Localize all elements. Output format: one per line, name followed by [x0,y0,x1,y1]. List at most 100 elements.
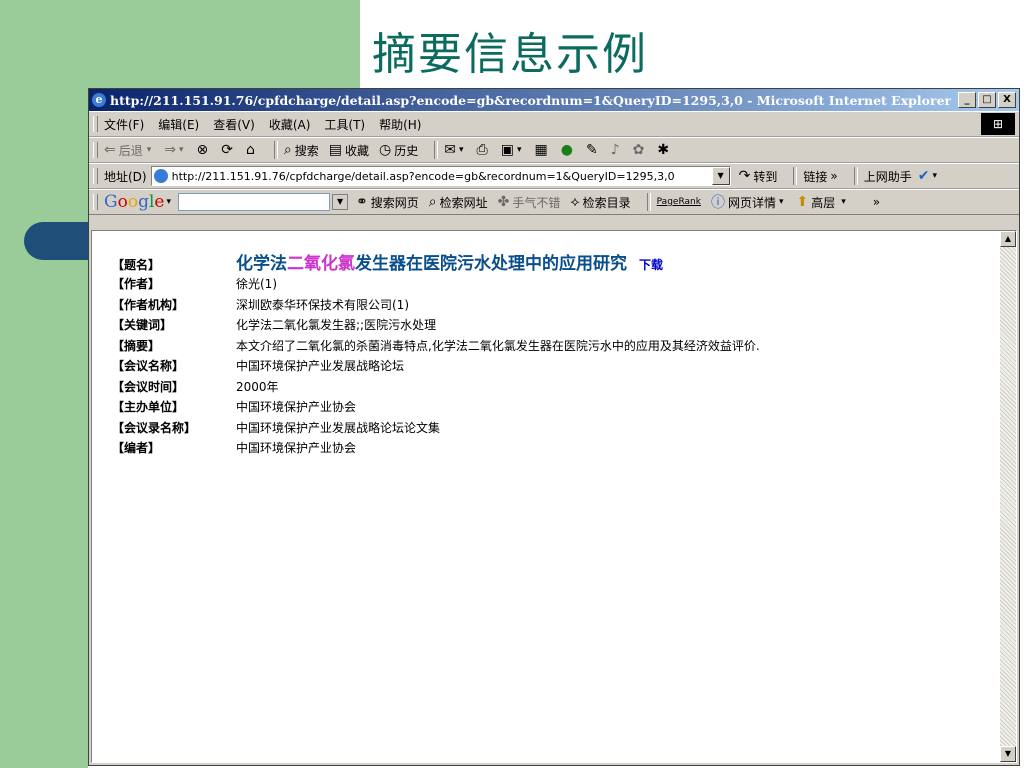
discuss-button[interactable]: ▦ [534,142,550,158]
toolbar-separator [434,141,439,159]
extra-icon: ✿ [632,142,645,158]
plugin-button[interactable]: ♪ [611,142,623,158]
tools-button[interactable]: ✱ [657,142,672,158]
refresh-button[interactable]: ⟳ [221,142,236,158]
ie-icon: e [92,93,106,107]
toolbar-separator [273,141,278,159]
address-input[interactable]: http://211.151.91.76/cpfdcharge/detail.a… [150,166,731,186]
field-value: 徐光(1) [236,277,277,291]
history-button[interactable]: ◷ 历史 [379,142,418,159]
up-button[interactable]: ⬆ 高层 ▾ [796,194,848,211]
info-icon: ⓘ [710,195,725,211]
menu-view[interactable]: 查看(V) [213,116,255,133]
more-tools-icon[interactable]: » [873,195,880,209]
forward-button[interactable]: ⇒ ▾ [164,142,186,158]
maximize-button[interactable]: □ [978,92,996,108]
directory-button[interactable]: ⟡ 检索目录 [570,194,630,211]
menu-edit[interactable]: 编辑(E) [158,116,199,133]
lucky-button[interactable]: ✤ 手气不错 [498,194,561,211]
extra-button[interactable]: ✿ [633,142,648,158]
field-value: 深圳欧泰华环保技术有限公司(1) [236,297,409,312]
minimize-button[interactable]: _ [958,92,976,108]
chevron-right-double-icon: » [830,169,838,183]
google-search-input[interactable] [178,193,331,211]
record-field-row: 【作者机构】 深圳欧泰华环保技术有限公司(1) [112,296,986,317]
search-site-button[interactable]: ⌕ 检索网址 [429,194,488,211]
helper-button[interactable]: 上网助手 ✔ ▾ [864,168,940,185]
print-icon: ⎙ [476,142,488,158]
window-titlebar[interactable]: e http://211.151.91.76/cpfdcharge/detail… [89,89,1019,111]
back-label: 后退 [118,143,143,158]
search-button[interactable]: ⌕ 搜索 [284,142,319,159]
back-arrow-icon: ⇐ [104,142,116,158]
vertical-scrollbar[interactable]: ▲ ▼ [1000,231,1016,762]
field-label: 【关键词】 [112,318,173,332]
record-title-row: 【题名】 化学法二氧化氯发生器在医院污水处理中的应用研究 下载 [112,249,986,275]
menu-tools[interactable]: 工具(T) [324,116,365,133]
check-circle-icon: ✔ [917,168,930,184]
edit-icon: ▣ [500,142,514,158]
chevron-down-icon: ▾ [516,145,522,155]
field-value: 中国环境保护产业协会 [236,400,357,414]
field-value: 化学法二氧化氯发生器;;医院污水处理 [236,318,437,332]
menu-help[interactable]: 帮助(H) [379,116,421,133]
messenger-button[interactable]: ● [561,142,576,158]
grip-icon [93,142,98,158]
chevron-down-icon[interactable]: ▾ [166,197,171,207]
field-label: 【主办单位】 [112,400,185,414]
windows-logo-icon: ⊞ [981,113,1015,135]
search-web-label: 搜索网页 [370,195,419,210]
scroll-up-icon[interactable]: ▲ [1000,231,1016,247]
record-field-row: 【关键词】 化学法二氧化氯发生器;;医院污水处理 [112,316,986,337]
research-icon: ✎ [585,142,598,158]
go-label: 转到 [753,169,778,184]
home-icon: ⌂ [246,142,255,158]
record-title: 化学法二氧化氯发生器在医院污水处理中的应用研究 [236,254,627,274]
search-icon: ⌕ [283,142,292,158]
forward-arrow-icon: ⇒ [164,142,177,158]
favorites-button[interactable]: ▤ 收藏 [329,142,369,159]
scroll-down-icon[interactable]: ▼ [1000,746,1016,762]
menu-bar: 文件(F) 编辑(E) 查看(V) 收藏(A) 工具(T) 帮助(H) ⊞ [89,111,1019,137]
google-search-dropdown[interactable]: ▼ [332,194,349,210]
record-field-row: 【会议时间】 2000年 [112,378,986,399]
links-label: 链接 [803,169,828,184]
mail-icon: ✉ [444,142,456,158]
toolbar-separator [646,193,651,211]
chevron-down-icon: ▾ [841,197,846,207]
field-label: 【编者】 [112,441,161,455]
stop-button[interactable]: ⊗ [197,142,212,158]
google-logo[interactable]: Google [104,192,164,212]
links-button[interactable]: 链接 » [803,168,837,185]
edit-button[interactable]: ▣ ▾ [501,142,525,158]
field-value: 本文介绍了二氧化氯的杀菌消毒特点,化学法二氧化氯发生器在医院污水中的应用及其经济… [236,338,760,353]
search-web-button[interactable]: ⚭ 搜索网页 [356,194,419,211]
grip-icon [93,116,98,132]
menu-favorites[interactable]: 收藏(A) [269,116,311,133]
field-label: 【会议时间】 [112,379,185,394]
back-button[interactable]: ⇐ 后退 ▾ [104,142,154,159]
address-dropdown-button[interactable]: ▼ [711,167,730,185]
window-controls: _ □ X [958,92,1016,108]
tools-icon: ✱ [657,142,670,158]
print-button[interactable]: ⎙ [477,142,491,158]
page-info-button[interactable]: ⓘ 网页详情 ▾ [711,192,787,212]
pagerank-indicator[interactable]: PageRank [657,197,701,207]
record-field-row: 【摘要】 本文介绍了二氧化氯的杀菌消毒特点,化学法二氧化氯发生器在医院污水中的应用… [112,337,986,358]
go-arrow-icon: ↷ [738,168,751,184]
close-button[interactable]: X [998,92,1016,108]
slide-top-band [88,0,360,90]
menu-file[interactable]: 文件(F) [104,116,144,133]
research-button[interactable]: ✎ [586,142,601,158]
home-button[interactable]: ⌂ [246,142,258,158]
mail-button[interactable]: ✉ ▾ [444,142,466,158]
go-button[interactable]: ↷ 转到 [739,168,778,185]
binoculars-icon: ⚭ [356,194,368,210]
chevron-down-icon: ▾ [932,171,937,181]
toolbar-separator [853,167,858,185]
record-field-row: 【主办单位】 中国环境保护产业协会 [112,398,986,419]
download-link[interactable]: 下载 [639,256,663,273]
page-content: 【题名】 化学法二氧化氯发生器在医院污水处理中的应用研究 下载 【作者】 徐光(1… [91,230,1017,763]
chevron-down-icon: ▾ [778,197,784,207]
field-label: 【作者机构】 [112,297,185,312]
